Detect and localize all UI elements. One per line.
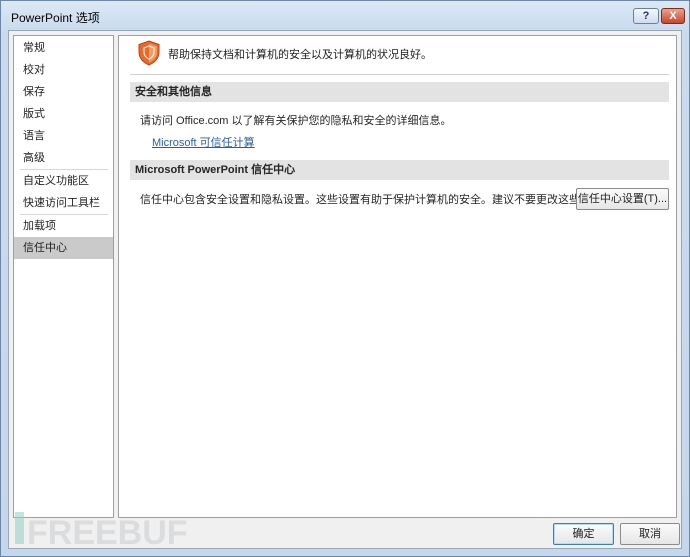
section-title-security-info: 安全和其他信息 (130, 82, 669, 102)
panel-header: 帮助保持文档和计算机的安全以及计算机的状况良好。 (119, 36, 676, 68)
sidebar-item-customize-ribbon[interactable]: 自定义功能区 (14, 170, 113, 192)
panel-description: 帮助保持文档和计算机的安全以及计算机的状况良好。 (168, 49, 432, 61)
window-title: PowerPoint 选项 (11, 11, 100, 25)
ok-button[interactable]: 确定 (553, 523, 614, 545)
trust-center-panel: 帮助保持文档和计算机的安全以及计算机的状况良好。 安全和其他信息 请访问 Off… (118, 35, 677, 518)
sidebar-item-language[interactable]: 语言 (14, 125, 113, 147)
watermark-text: FREEBUF (27, 514, 188, 550)
sidebar-item-advanced[interactable]: 高级 (14, 147, 113, 169)
cancel-button[interactable]: 取消 (620, 523, 680, 545)
sidebar-item-quick-access-toolbar[interactable]: 快速访问工具栏 (14, 192, 113, 214)
trustworthy-computing-link[interactable]: Microsoft 可信任计算 (152, 134, 255, 150)
security-info-text: 请访问 Office.com 以了解有关保护您的隐私和安全的详细信息。 (140, 115, 452, 127)
close-button[interactable]: X (661, 8, 685, 24)
sidebar-item-general[interactable]: 常规 (14, 37, 113, 59)
header-divider (130, 74, 669, 75)
help-button[interactable]: ? (633, 8, 659, 24)
sidebar-item-save[interactable]: 保存 (14, 81, 113, 103)
sidebar-item-proofing[interactable]: 校对 (14, 59, 113, 81)
section-title-trust-center: Microsoft PowerPoint 信任中心 (130, 160, 669, 180)
options-dialog: PowerPoint 选项 ? X 常规 校对 保存 版式 语言 高级 自定义功… (0, 0, 690, 557)
title-bar: PowerPoint 选项 ? X (1, 1, 689, 31)
freebuf-watermark: FREEBUF (15, 512, 188, 550)
shield-icon (138, 40, 160, 66)
trust-center-settings-button[interactable]: 信任中心设置(T)... (576, 188, 669, 210)
sidebar-item-trust-center[interactable]: 信任中心 (14, 237, 113, 259)
sidebar-item-layout[interactable]: 版式 (14, 103, 113, 125)
sidebar-item-addins[interactable]: 加载项 (14, 215, 113, 237)
category-sidebar: 常规 校对 保存 版式 语言 高级 自定义功能区 快速访问工具栏 加载项 信任中… (13, 35, 114, 518)
trust-center-text: 信任中心包含安全设置和隐私设置。这些设置有助于保护计算机的安全。建议不要更改这些… (140, 194, 613, 206)
dialog-client-area: 常规 校对 保存 版式 语言 高级 自定义功能区 快速访问工具栏 加载项 信任中… (8, 30, 682, 549)
